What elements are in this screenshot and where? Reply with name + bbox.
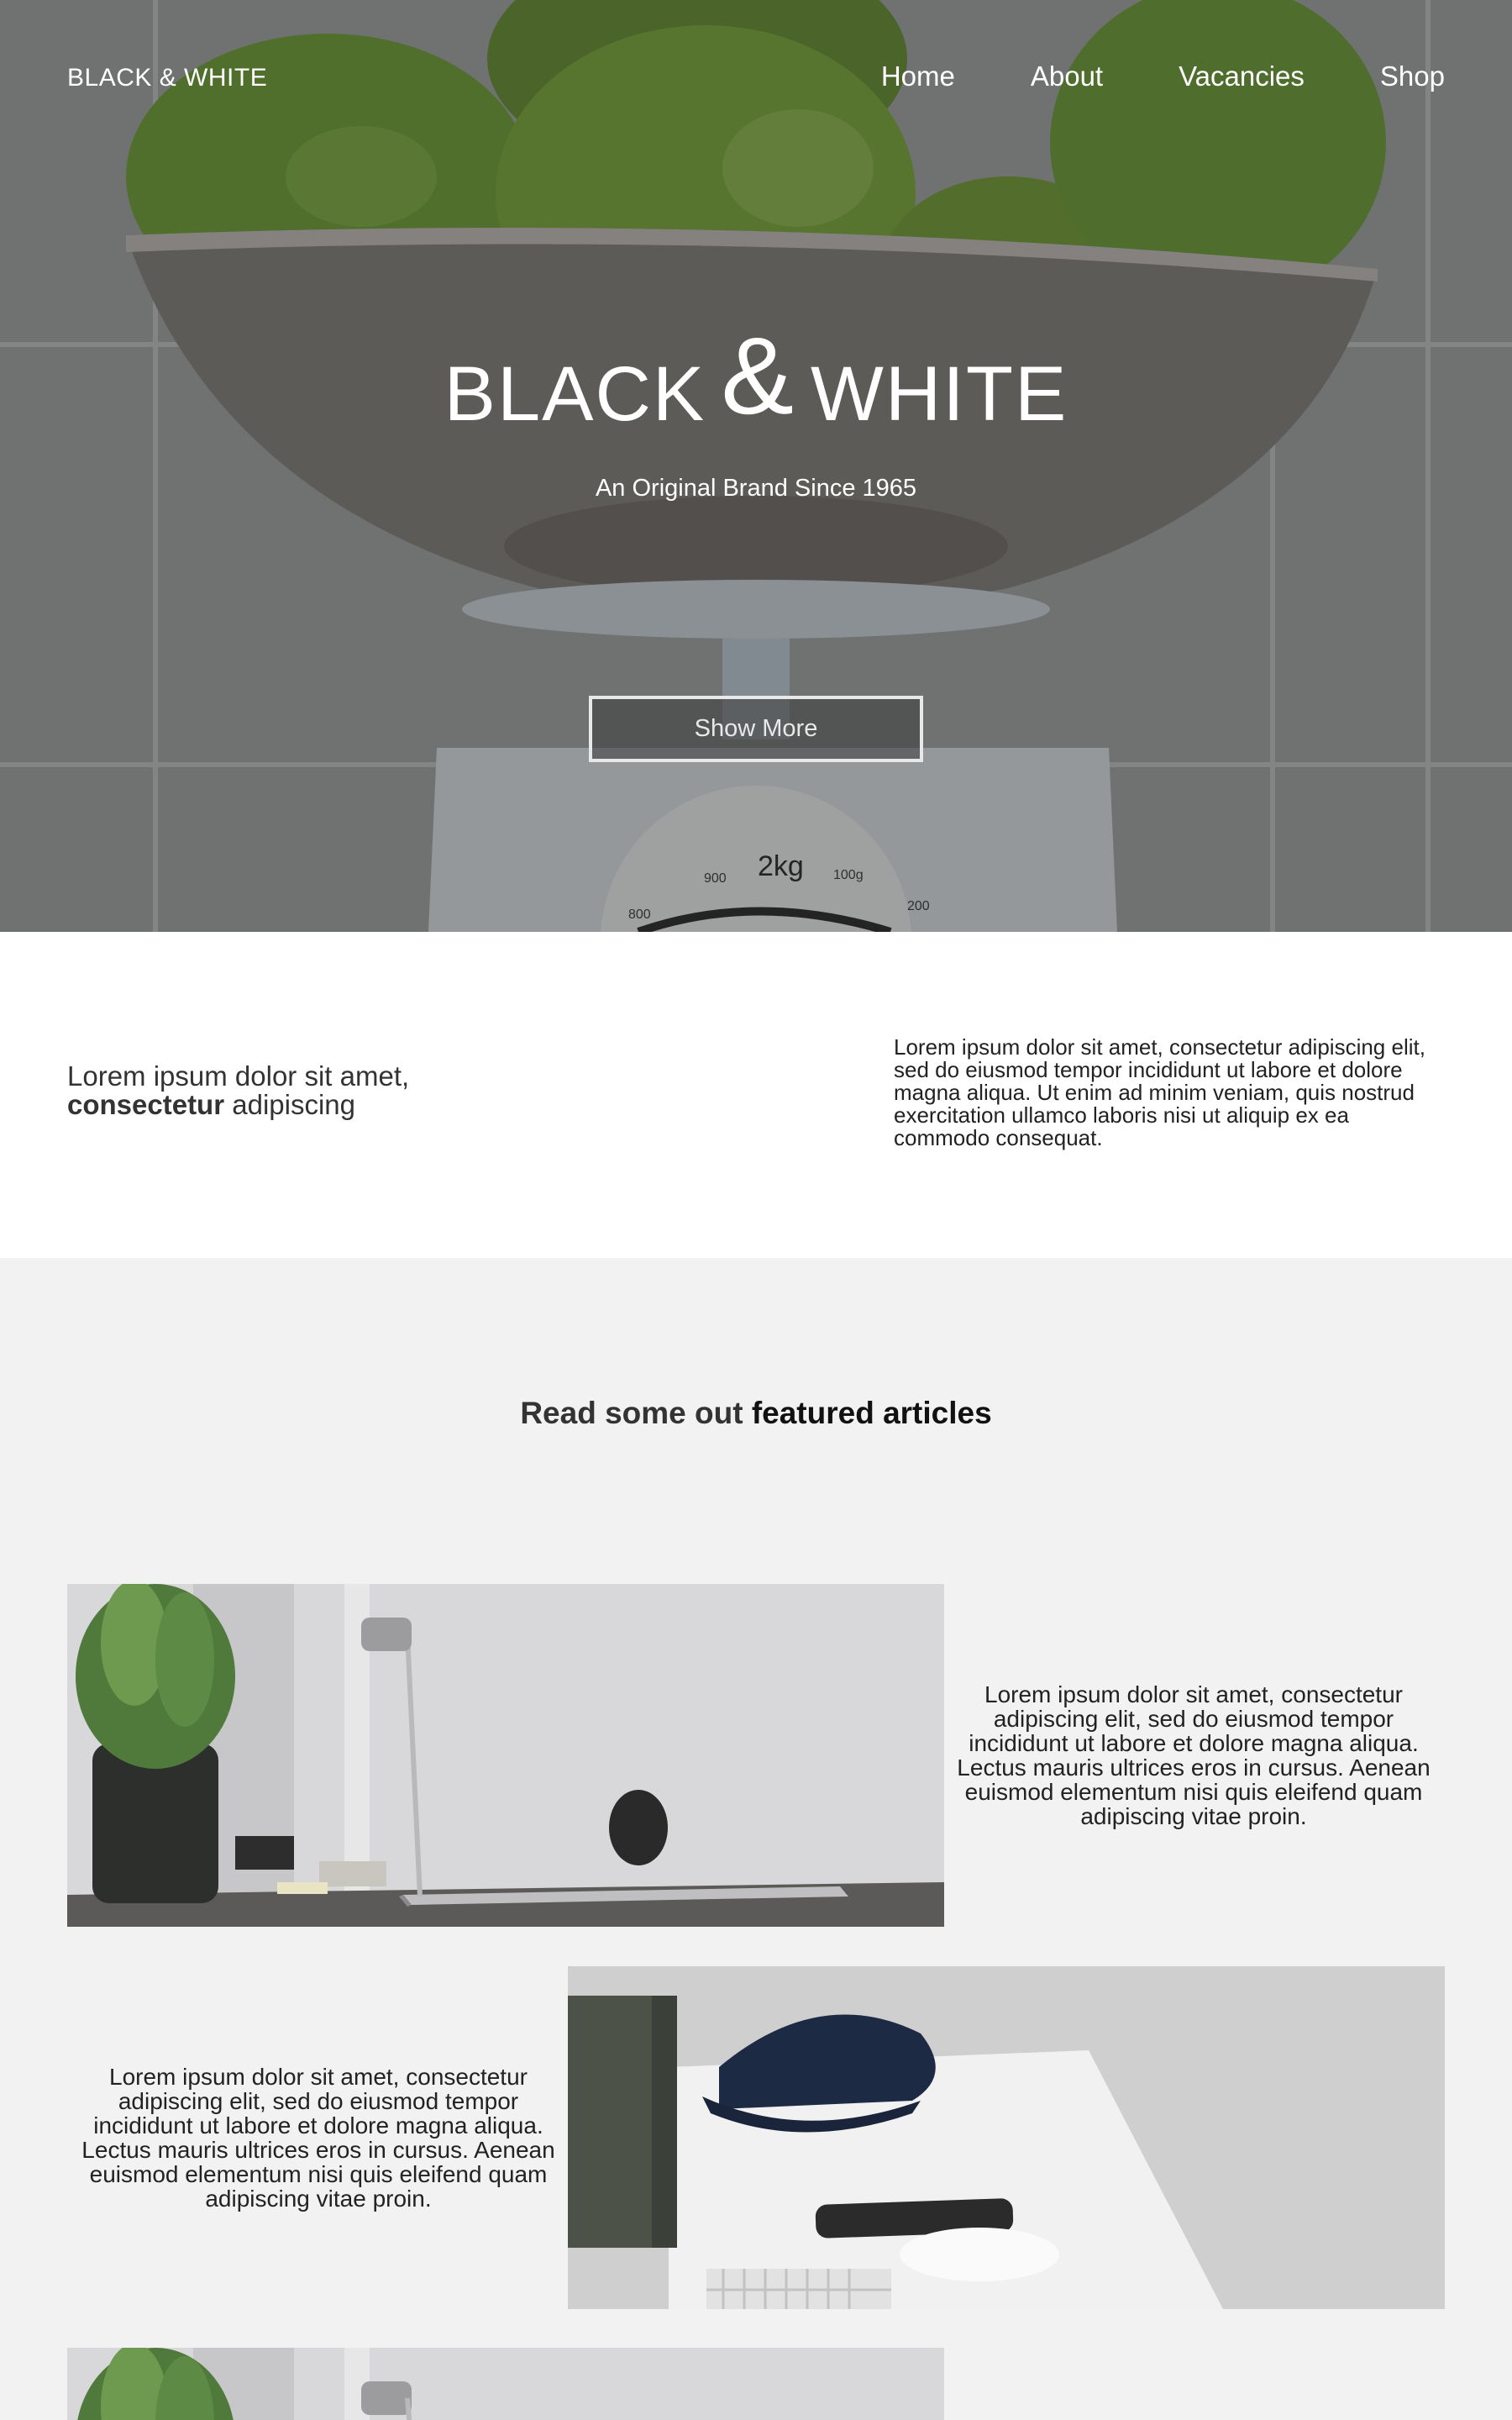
nav-item-shop[interactable]: Shop (1380, 60, 1445, 92)
hero-section: 900 2kg 100g 800 200 BLACK & WHITE Home … (0, 0, 1512, 932)
top-navigation: BLACK & WHITE Home About Vacancies Shop (0, 0, 1512, 160)
article-summary-2: Lorem ipsum dolor sit amet, consectetur … (81, 2064, 555, 2212)
article-image-laptop-desk[interactable] (67, 1584, 944, 1927)
nav-menu: Home About Vacancies Shop (881, 60, 1445, 92)
intro-tagline-rest: adipiscing (232, 1089, 355, 1120)
hero-title-right: WHITE (811, 351, 1068, 437)
featured-heading: Read some out featured articles (0, 1396, 1512, 1431)
nav-item-vacancies[interactable]: Vacancies (1179, 60, 1305, 92)
nav-item-home[interactable]: Home (881, 60, 955, 92)
intro-paragraph: Lorem ipsum dolor sit amet, consectetur … (894, 1034, 1425, 1150)
featured-articles-section: Read some out featured articles Lorem ip… (0, 1258, 1512, 2420)
article-image-cap-phone[interactable] (568, 1966, 1445, 2309)
hero-subtitle: An Original Brand Since 1965 (595, 475, 917, 502)
hero-title-ampersand: & (721, 314, 795, 437)
intro-tagline: Lorem ipsum dolor sit amet, consectetur … (67, 1062, 538, 1119)
nav-item-about[interactable]: About (1031, 60, 1103, 92)
featured-heading-bold: featured articles (751, 1396, 992, 1430)
brand-logo[interactable]: BLACK & WHITE (67, 64, 267, 92)
intro-tagline-bold: consectetur (67, 1089, 225, 1120)
intro-tagline-line1: Lorem ipsum dolor sit amet, (67, 1060, 410, 1092)
intro-section: Lorem ipsum dolor sit amet, consectetur … (0, 932, 1512, 1258)
article-summary-1: Lorem ipsum dolor sit amet, consectetur … (957, 1681, 1431, 1829)
show-more-button[interactable]: Show More (589, 696, 923, 762)
featured-heading-plain: Read some out (520, 1396, 743, 1430)
hero-title: BLACK & WHITE (0, 314, 1512, 445)
article-image-laptop-desk-2[interactable] (67, 2348, 944, 2420)
hero-title-left: BLACK (444, 351, 706, 437)
